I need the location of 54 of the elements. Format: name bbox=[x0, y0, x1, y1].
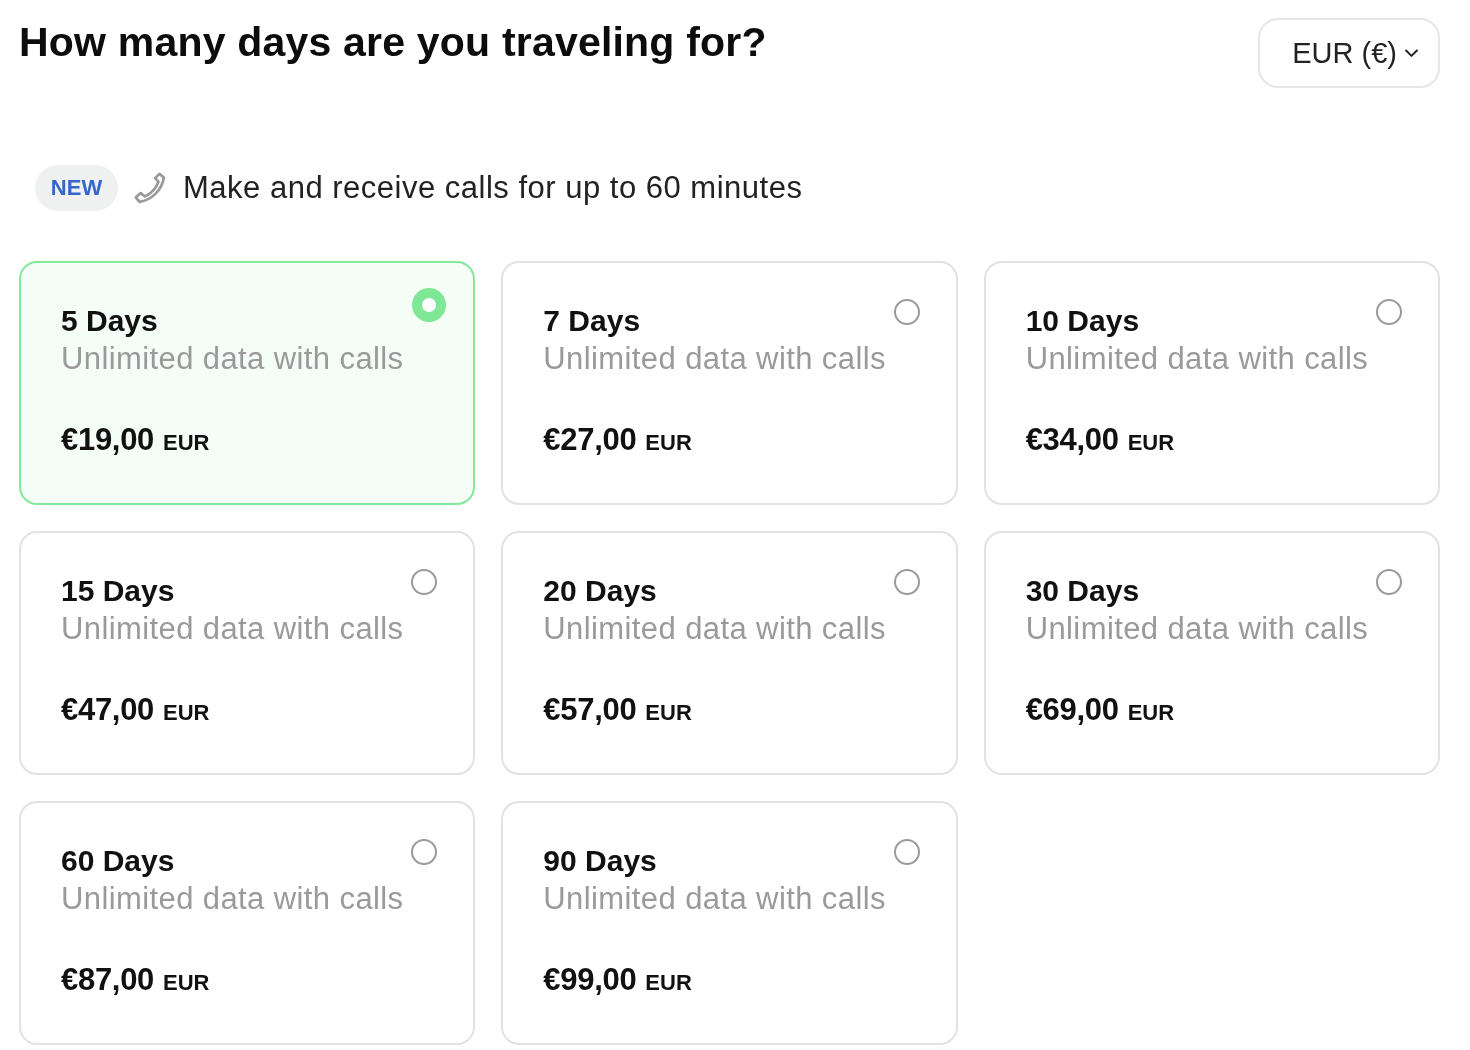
radio-button[interactable] bbox=[1376, 299, 1402, 325]
plan-description: Unlimited data with calls bbox=[543, 340, 887, 378]
currency-code: EUR bbox=[163, 699, 210, 727]
currency-dropdown[interactable]: EUR (€) bbox=[1258, 18, 1440, 88]
currency-code: EUR bbox=[645, 699, 692, 727]
phone-icon bbox=[133, 171, 167, 205]
plan-title: 15 Days bbox=[61, 573, 176, 609]
plan-option[interactable]: 10 Days Unlimited data with calls €34,00 EUR bbox=[983, 261, 1440, 505]
plan-option[interactable]: 20 Days Unlimited data with calls €57,00 EUR bbox=[501, 531, 958, 775]
plan-option[interactable]: 60 Days Unlimited data with calls €87,00 EUR bbox=[19, 801, 476, 1045]
plan-title: 60 Days bbox=[61, 843, 176, 879]
currency-code: EUR bbox=[1127, 699, 1175, 727]
currency-code: EUR bbox=[645, 969, 692, 997]
plan-title: 20 Days bbox=[543, 573, 658, 609]
price: €47,00 bbox=[61, 691, 155, 729]
radio-button[interactable] bbox=[893, 569, 920, 595]
price: €87,00 bbox=[61, 961, 155, 999]
plan-option[interactable]: 7 Days Unlimited data with calls €27,00 EUR bbox=[501, 261, 958, 505]
plan-description: Unlimited data with calls bbox=[61, 880, 405, 918]
plan-title: 90 Days bbox=[543, 843, 658, 879]
plan-description: Unlimited data with calls bbox=[543, 610, 887, 648]
radio-button[interactable] bbox=[412, 288, 447, 322]
plan-option[interactable]: 15 Days Unlimited data with calls €47,00 EUR bbox=[19, 531, 476, 775]
radio-button[interactable] bbox=[411, 839, 438, 865]
announcement-text: Make and receive calls for up to 60 minutes bbox=[183, 170, 803, 206]
price: €99,00 bbox=[543, 961, 637, 999]
radio-button[interactable] bbox=[411, 569, 438, 595]
currency-code: EUR bbox=[1127, 429, 1175, 457]
plan-option[interactable]: 90 Days Unlimited data with calls €99,00 EUR bbox=[501, 801, 958, 1045]
radio-button[interactable] bbox=[893, 839, 920, 865]
price: €57,00 bbox=[543, 691, 637, 729]
price: €19,00 bbox=[61, 421, 155, 459]
plan-title: 7 Days bbox=[543, 303, 642, 339]
price: €69,00 bbox=[1025, 691, 1119, 729]
plan-description: Unlimited data with calls bbox=[1025, 340, 1370, 378]
price: €27,00 bbox=[543, 421, 637, 459]
plan-title: 10 Days bbox=[1025, 303, 1141, 339]
plan-description: Unlimited data with calls bbox=[61, 340, 405, 378]
chevron-down-icon bbox=[1405, 48, 1418, 58]
plan-option[interactable]: 30 Days Unlimited data with calls €69,00 EUR bbox=[983, 531, 1440, 775]
new-badge: NEW bbox=[35, 165, 118, 211]
currency-code: EUR bbox=[163, 969, 210, 997]
plan-description: Unlimited data with calls bbox=[543, 880, 887, 918]
plan-title: 30 Days bbox=[1025, 573, 1141, 609]
plan-description: Unlimited data with calls bbox=[1025, 610, 1370, 648]
radio-button[interactable] bbox=[893, 299, 920, 325]
radio-button[interactable] bbox=[1376, 569, 1402, 595]
page-title: How many days are you traveling for? bbox=[19, 18, 767, 66]
currency-code: EUR bbox=[163, 429, 210, 457]
currency-code: EUR bbox=[645, 429, 692, 457]
plan-option[interactable]: 5 Days Unlimited data with calls €19,00 EUR bbox=[19, 261, 476, 505]
plan-title: 5 Days bbox=[61, 303, 159, 339]
price: €34,00 bbox=[1025, 421, 1119, 459]
plan-description: Unlimited data with calls bbox=[61, 610, 405, 648]
